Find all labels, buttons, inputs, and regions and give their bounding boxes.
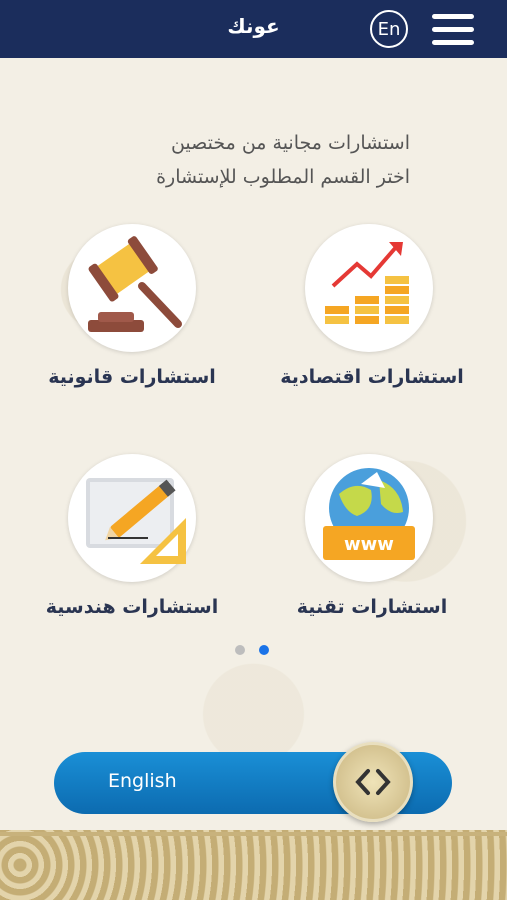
ornamental-footer xyxy=(0,830,507,900)
growth-chart-coins-icon xyxy=(325,242,409,324)
globe-www-icon: www xyxy=(323,468,415,560)
category-legal-card[interactable] xyxy=(68,224,196,352)
category-technical-label[interactable]: استشارات تقنية xyxy=(272,596,472,618)
category-technical-card[interactable]: www xyxy=(305,454,433,582)
language-toggle-label[interactable]: English xyxy=(108,770,177,792)
language-toggle-knob[interactable] xyxy=(333,742,413,822)
top-bar: عونك En xyxy=(0,0,507,58)
blueprint-pencil-icon xyxy=(86,478,186,564)
intro-line-2: اختر القسم المطلوب للإستشارة xyxy=(156,166,410,188)
code-brackets-icon xyxy=(355,769,391,795)
language-switch-button[interactable]: En xyxy=(370,10,408,48)
category-legal-label[interactable]: استشارات قانونية xyxy=(32,366,232,388)
hamburger-menu-icon[interactable] xyxy=(432,14,474,46)
page-dot-1[interactable] xyxy=(235,645,245,655)
page-dot-2-active[interactable] xyxy=(259,645,269,655)
gavel-icon xyxy=(88,236,182,332)
category-economic-card[interactable] xyxy=(305,224,433,352)
app-title: عونك xyxy=(227,14,280,38)
category-engineering-card[interactable] xyxy=(68,454,196,582)
footer-divider xyxy=(0,832,507,836)
category-economic-label[interactable]: استشارات اقتصادية xyxy=(272,366,472,388)
intro-line-1: استشارات مجانية من مختصين xyxy=(170,132,410,154)
category-engineering-label[interactable]: استشارات هندسية xyxy=(32,596,232,618)
svg-text:www: www xyxy=(344,534,394,555)
